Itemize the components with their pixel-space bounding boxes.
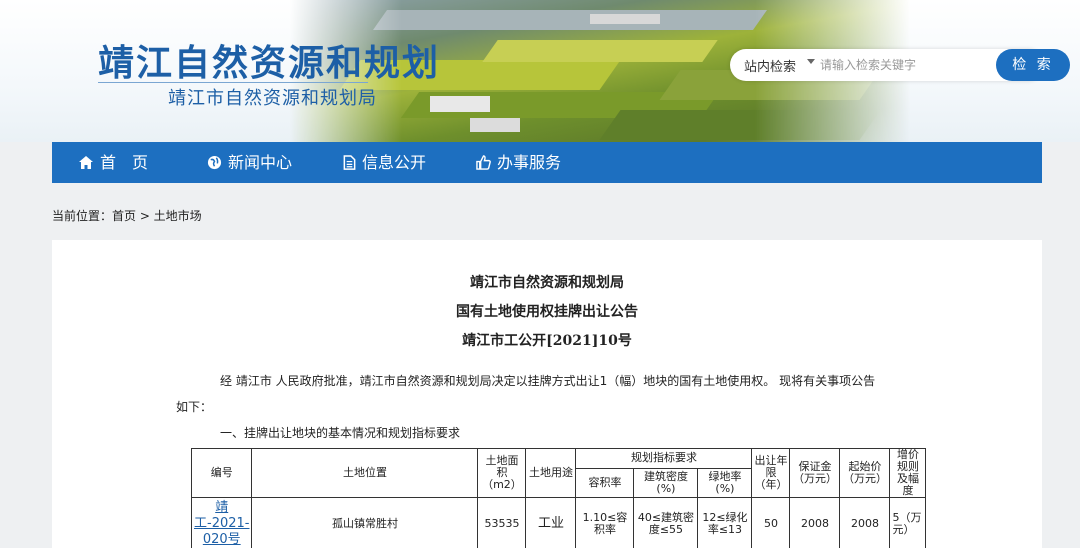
cell-deposit: 2008 (789, 497, 841, 548)
col-header-density: 建筑密度(%) (633, 467, 699, 499)
col-header-deposit: 保证金（万元） (789, 448, 841, 498)
col-header-location: 土地位置 (251, 448, 479, 498)
main-nav: 首 页 新闻中心 信息公开 办事服务 (52, 142, 1042, 183)
nav-item-label: 首 页 (100, 153, 149, 172)
search-box: 站内检索 检 索 (730, 49, 1070, 81)
article-doc-number: 靖江市工公开[2021]10号 (462, 333, 632, 349)
col-header-usage: 土地用途 (525, 448, 577, 498)
intro-paragraph-line-1: 经 靖江市 人民政府批准，靖江市自然资源和规划局决定以挂牌方式出让1（幅）地块的… (220, 374, 876, 388)
search-button[interactable]: 检 索 (996, 49, 1070, 81)
table-row: 靖工-2021-020号 孤山镇常胜村 53535 工业 1.10≤容积率 40… (190, 497, 927, 548)
globe-icon (207, 155, 222, 170)
cell-density: 40≤建筑密度≤55 (633, 497, 699, 548)
site-subtitle: 靖江市自然资源和规划局 (168, 88, 377, 109)
cell-area: 53535 (477, 497, 527, 548)
site-title[interactable]: 靖江自然资源和规划 (98, 34, 440, 86)
cell-green: 12≤绿化率≤13 (697, 497, 753, 548)
col-header-increment: 增价规则及幅度 (889, 448, 927, 498)
document-icon (343, 155, 356, 170)
cell-usage: 工业 (525, 497, 577, 548)
land-parcel-table: 编号 土地位置 土地面积（m2） 土地用途 规划指标要求 出让年限（年） 保证金… (190, 448, 927, 548)
col-header-term: 出让年限（年） (751, 448, 791, 498)
breadcrumb: 当前位置：首页 > 土地市场 (52, 209, 202, 223)
nav-item-label: 新闻中心 (228, 153, 293, 172)
nav-item-label: 信息公开 (362, 153, 427, 172)
header-banner: 靖江自然资源和规划 靖江市自然资源和规划局 站内检索 检 索 (0, 0, 1080, 142)
col-header-planning: 规划指标要求 (575, 448, 753, 469)
intro-paragraph-line-2: 如下： (176, 400, 213, 414)
article-subtitle: 国有土地使用权挂牌出让公告 (456, 304, 638, 320)
nav-item-info[interactable]: 信息公开 (343, 142, 426, 183)
chevron-down-icon[interactable] (807, 59, 815, 64)
nav-item-label: 办事服务 (497, 153, 562, 172)
search-input[interactable] (820, 54, 980, 76)
nav-item-services[interactable]: 办事服务 (476, 142, 561, 183)
home-icon (79, 156, 93, 169)
cell-term: 50 (751, 497, 791, 548)
parcel-code-link-text[interactable]: 靖工-2021-020号 (194, 500, 249, 547)
col-header-code: 编号 (190, 448, 253, 498)
col-header-area: 土地面积（m2） (477, 448, 527, 498)
col-header-start-price: 起始价（万元） (839, 448, 891, 498)
table-header-row: 编号 土地位置 土地面积（m2） 土地用途 规划指标要求 出让年限（年） 保证金… (190, 448, 927, 498)
nav-item-news[interactable]: 新闻中心 (207, 142, 292, 183)
cell-start-price: 2008 (839, 497, 891, 548)
parcel-code-link[interactable]: 靖工-2021-020号 (190, 497, 253, 548)
nav-item-home[interactable]: 首 页 (78, 142, 148, 183)
cell-increment: 5（万元） (889, 497, 927, 548)
col-header-green: 绿地率(%) (697, 467, 753, 499)
article-title: 靖江市自然资源和规划局 (470, 275, 624, 291)
cell-location: 孤山镇常胜村 (251, 497, 479, 548)
thumbs-up-icon (476, 155, 491, 170)
col-header-plot-ratio: 容积率 (575, 467, 635, 499)
search-scope-select[interactable]: 站内检索 (744, 56, 796, 75)
cell-plot-ratio: 1.10≤容积率 (575, 497, 635, 548)
section-heading: 一、挂牌出让地块的基本情况和规划指标要求 (220, 426, 461, 440)
